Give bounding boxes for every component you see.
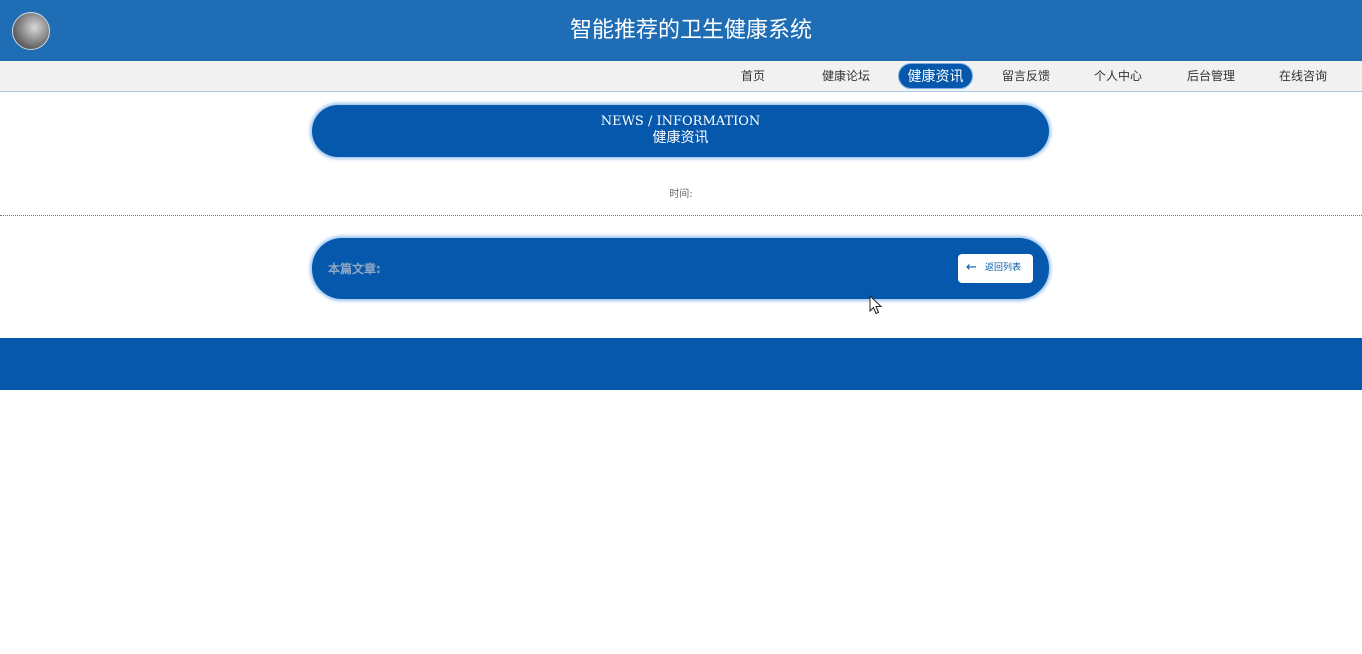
article-time: 时间: <box>669 189 693 200</box>
nav-item-news[interactable]: 健康资讯 <box>898 63 973 89</box>
article-nav-bar: 本篇文章: ← 返回列表 <box>312 238 1049 299</box>
back-to-list-button[interactable]: ← 返回列表 <box>958 254 1033 283</box>
nav-item-home[interactable]: 首页 <box>741 63 765 89</box>
section-title-cn: 健康资讯 <box>652 130 709 146</box>
top-header: 智能推荐的卫生健康系统 <box>0 0 1362 61</box>
section-title-banner: NEWS / INFORMATION 健康资讯 <box>312 105 1049 157</box>
nav-item-feedback[interactable]: 留言反馈 <box>1001 63 1051 89</box>
mouse-cursor-icon <box>869 295 883 315</box>
content-divider <box>0 215 1362 216</box>
section-title-en: NEWS / INFORMATION <box>600 114 761 129</box>
nav-item-consult[interactable]: 在线咨询 <box>1278 63 1328 89</box>
site-title: 智能推荐的卫生健康系统 <box>569 18 812 43</box>
main-nav: 首页 健康论坛 健康资讯 留言反馈 个人中心 后台管理 在线咨询 <box>0 61 1362 92</box>
page-footer <box>0 338 1362 390</box>
nav-item-admin[interactable]: 后台管理 <box>1186 63 1236 89</box>
nav-item-forum[interactable]: 健康论坛 <box>821 63 871 89</box>
back-to-list-label: 返回列表 <box>985 263 1022 273</box>
nav-item-user-center[interactable]: 个人中心 <box>1093 63 1143 89</box>
this-article-label: 本篇文章: <box>328 262 381 276</box>
arrow-left-icon: ← <box>966 260 977 275</box>
